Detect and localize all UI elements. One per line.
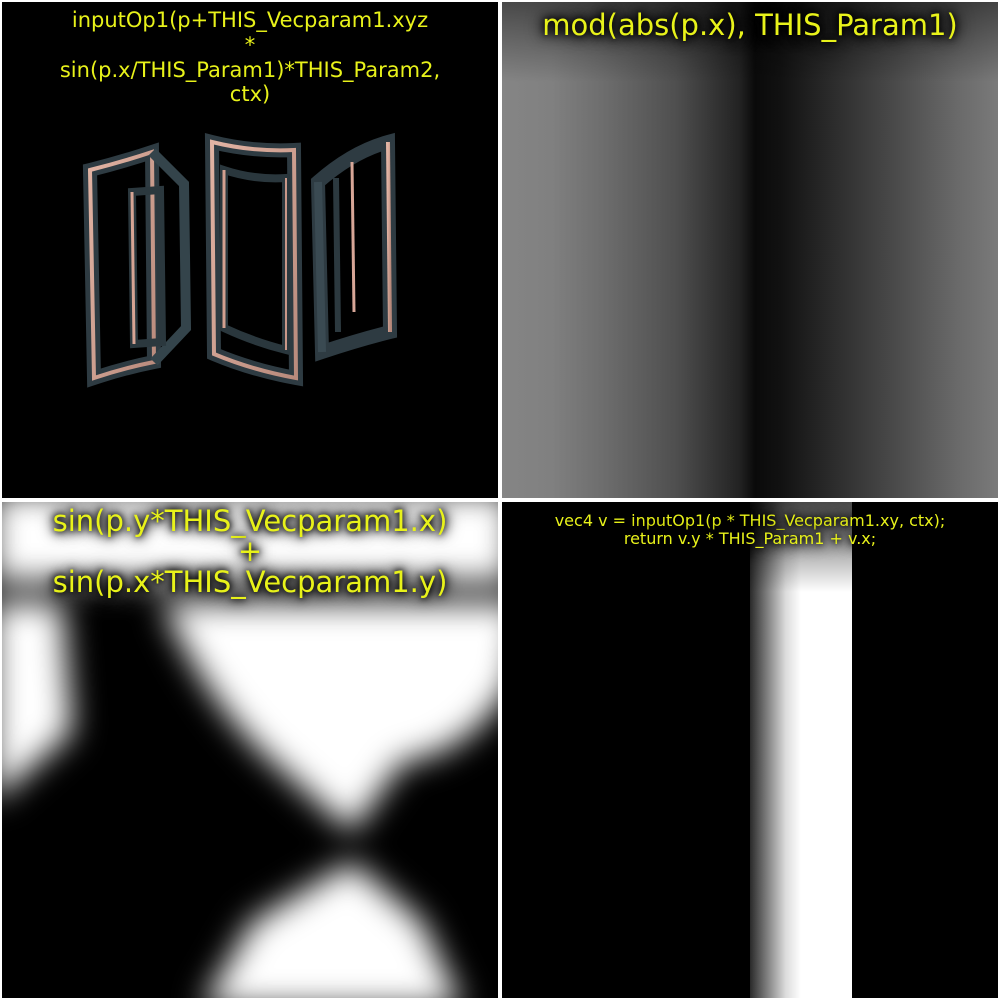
panel-warped-frames: inputOp1(p+THIS_Vecparam1.xyz * sin(p.x/… — [2, 2, 498, 498]
panel-mod-gradient: mod(abs(p.x), THIS_Param1) — [502, 2, 998, 498]
expression-label: sin(p.y*THIS_Vecparam1.x) + sin(p.x*THIS… — [52, 504, 448, 599]
vertical-band-render — [502, 502, 998, 998]
expression-label: vec4 v = inputOp1(p * THIS_Vecparam1.xy,… — [554, 511, 946, 549]
expression-label: inputOp1(p+THIS_Vecparam1.xyz * sin(p.x/… — [59, 8, 441, 107]
panel-vertical-band: vec4 v = inputOp1(p * THIS_Vecparam1.xy,… — [502, 502, 998, 998]
expression-label: mod(abs(p.x), THIS_Param1) — [542, 8, 958, 42]
frame-left — [82, 142, 192, 388]
panel-sin-pattern: sin(p.y*THIS_Vecparam1.x) + sin(p.x*THIS… — [2, 502, 498, 998]
frame-right — [310, 132, 398, 362]
frame-middle — [204, 133, 304, 387]
